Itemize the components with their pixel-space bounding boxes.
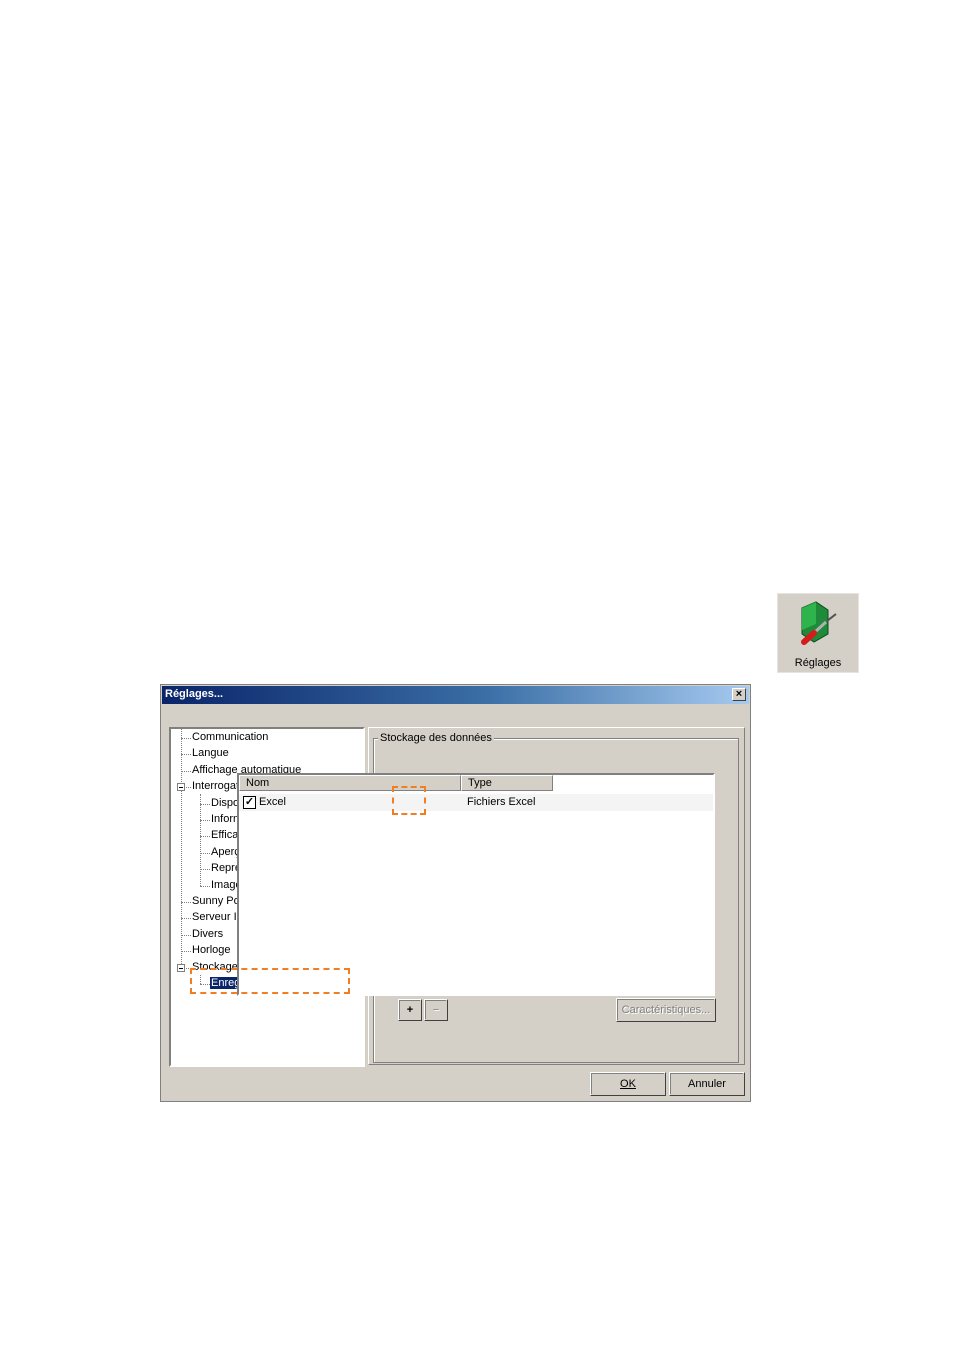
checkbox-highlight bbox=[392, 786, 426, 815]
properties-label: Caractéristiques... bbox=[621, 1004, 711, 1016]
column-name-label: Nom bbox=[246, 777, 270, 789]
reglages-toolbar-button[interactable]: Réglages bbox=[777, 593, 859, 673]
group-title: Stockage des données bbox=[378, 732, 494, 744]
tree-item-label: Horloge bbox=[192, 944, 231, 957]
tree-connector bbox=[200, 836, 210, 838]
close-button[interactable]: × bbox=[732, 688, 746, 701]
tree-connector bbox=[181, 754, 191, 756]
column-header-type[interactable]: Type bbox=[461, 775, 553, 791]
tree-connector bbox=[181, 934, 191, 936]
tree-selection-highlight bbox=[190, 968, 350, 994]
dialog-titlebar: Réglages... × bbox=[162, 686, 749, 704]
cancel-button[interactable]: Annuler bbox=[669, 1072, 745, 1096]
tree-item[interactable]: Divers bbox=[191, 927, 224, 942]
row-type: Fichiers Excel bbox=[467, 796, 536, 808]
tree-item-label: Divers bbox=[192, 927, 224, 940]
tree-connector bbox=[200, 869, 210, 871]
ok-label: OK bbox=[620, 1078, 636, 1090]
tree-connector bbox=[200, 885, 210, 887]
list-item[interactable]: ✓ Excel Fichiers Excel bbox=[239, 794, 713, 811]
add-button[interactable]: + bbox=[398, 999, 422, 1021]
tree-item[interactable]: Langue bbox=[191, 746, 230, 761]
data-logger-list[interactable]: Nom Type ✓ Excel Fichiers Excel bbox=[237, 773, 715, 996]
ok-button[interactable]: OK bbox=[590, 1072, 666, 1096]
tree-connector bbox=[200, 820, 210, 821]
add-label: + bbox=[406, 1004, 414, 1016]
tree-item-label: Langue bbox=[192, 747, 229, 760]
remove-button[interactable]: − bbox=[424, 999, 448, 1021]
expand-icon bbox=[177, 963, 185, 972]
dialog-title: Réglages... bbox=[165, 688, 224, 700]
tree-item-label: Communication bbox=[192, 731, 269, 743]
tree-item[interactable]: Horloge bbox=[191, 943, 232, 958]
tree-connector bbox=[181, 729, 182, 968]
row-name: Excel bbox=[259, 796, 286, 808]
remove-label: − bbox=[432, 1004, 440, 1016]
close-icon: × bbox=[735, 688, 743, 700]
tree-connector bbox=[181, 770, 191, 772]
reglages-label: Réglages bbox=[794, 657, 842, 669]
tree-connector bbox=[181, 902, 191, 903]
tree-connector bbox=[200, 852, 210, 854]
column-type-label: Type bbox=[468, 777, 492, 789]
cancel-label: Annuler bbox=[688, 1078, 726, 1090]
tree-item[interactable]: Communication bbox=[191, 730, 269, 745]
expand-icon bbox=[177, 783, 185, 792]
tree-connector bbox=[200, 794, 201, 886]
tree-connector bbox=[181, 738, 191, 739]
tree-connector bbox=[200, 803, 210, 805]
properties-button[interactable]: Caractéristiques... bbox=[616, 998, 716, 1022]
tree-connector bbox=[181, 951, 191, 953]
excel-checkbox[interactable]: ✓ bbox=[243, 796, 256, 809]
settings-icon bbox=[801, 601, 837, 645]
tree-connector bbox=[181, 918, 191, 920]
column-header-name[interactable]: Nom bbox=[239, 775, 461, 791]
